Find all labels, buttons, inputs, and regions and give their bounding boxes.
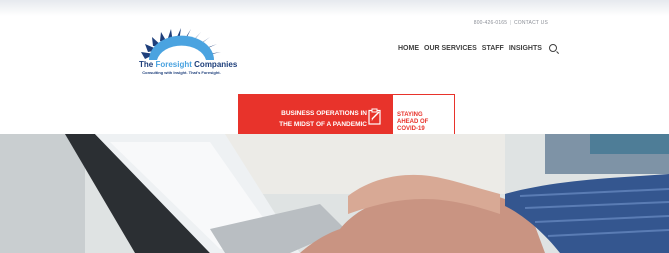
main-nav: HOME OUR SERVICES STAFF INSIGHTS — [398, 44, 557, 52]
banner-right-line2: AHEAD OF — [397, 119, 429, 125]
page: 800-426-0165 | CONTACT US The Foresight … — [0, 0, 669, 253]
search-icon[interactable] — [548, 44, 557, 52]
top-shadow — [0, 0, 669, 16]
banner-line1: BUSINESS OPERATIONS IN — [281, 110, 367, 117]
logo-name-part3: Companies — [194, 60, 238, 69]
banner-line2: THE MIDST OF A PANDEMIC — [279, 121, 367, 128]
sunburst-logo-icon — [141, 28, 221, 60]
hero-image — [0, 134, 669, 253]
phone-link[interactable]: 800-426-0165 — [474, 20, 508, 26]
nav-item-insights[interactable]: INSIGHTS — [509, 45, 542, 52]
nav-item-home[interactable]: HOME — [398, 45, 419, 52]
logo-name-part1: The — [139, 60, 154, 69]
site-header: 800-426-0165 | CONTACT US The Foresight … — [0, 16, 669, 149]
logo-tagline: Consulting with Insight. That's Foresigh… — [142, 70, 221, 75]
logo[interactable]: The Foresight Companies Consulting with … — [139, 26, 237, 80]
logo-name: The Foresight Companies — [139, 60, 237, 69]
top-links-separator: | — [509, 20, 512, 26]
clipboard-icon — [368, 108, 381, 125]
nav-item-staff[interactable]: STAFF — [482, 45, 504, 52]
top-links: 800-426-0165 | CONTACT US — [474, 20, 548, 26]
nav-item-our-services[interactable]: OUR SERVICES — [424, 45, 477, 52]
banner-right-line1: STAYING — [397, 112, 423, 118]
banner-right-line3: COVID-19 — [397, 126, 425, 132]
contact-us-link[interactable]: CONTACT US — [514, 20, 548, 26]
hero-photo — [0, 134, 669, 253]
logo-name-part2: Foresight — [155, 60, 192, 69]
